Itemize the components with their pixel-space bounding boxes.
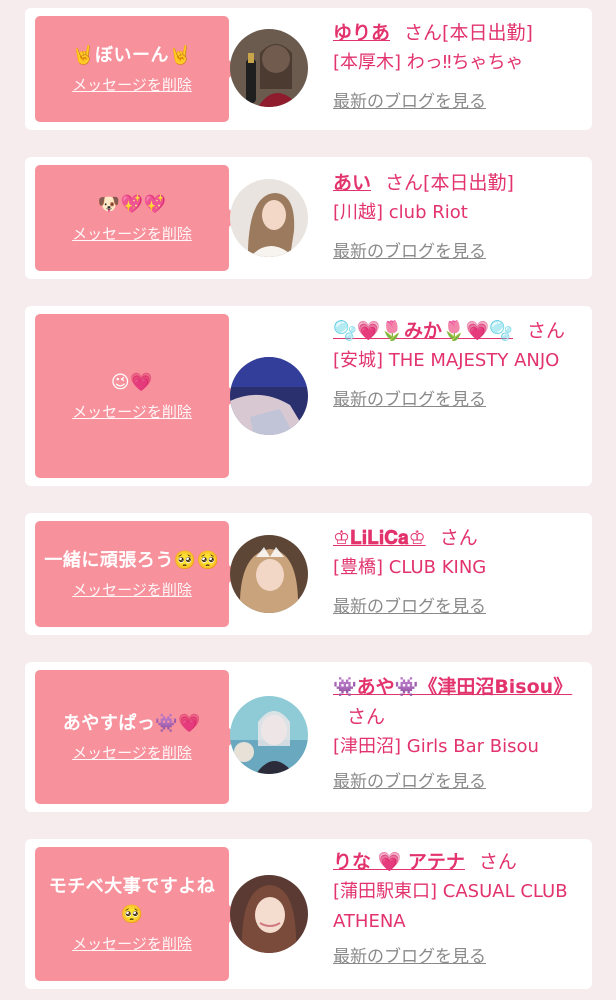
- message-list: 🤘ぼいーん🤘 メッセージを削除 ゆりあ さん[本日出勤] [本厚木] わっ‼ちゃち…: [0, 0, 616, 1000]
- message-card: 🐶💖💖 メッセージを削除 あい さん[本日出勤] [川越] club Riot 最…: [25, 157, 592, 279]
- shop-line: [本厚木] わっ‼ちゃちゃ: [333, 48, 578, 78]
- cast-info: あい さん[本日出勤] [川越] club Riot 最新のブログを見る: [333, 168, 578, 264]
- latest-blog-link[interactable]: 最新のブログを見る: [333, 770, 486, 794]
- shop-line: [川越] club Riot: [333, 198, 578, 228]
- shop-name: club Riot: [388, 202, 468, 223]
- message-text: 🐶💖💖: [97, 194, 167, 215]
- shop-area: [川越]: [333, 202, 384, 223]
- cast-info: 👾あや👾《津田沼Bisou》さん [津田沼] Girls Bar Bisou 最…: [333, 672, 578, 794]
- message-bubble: 🐶💖💖 メッセージを削除: [35, 165, 238, 271]
- message-bubble: モチベ大事ですよね🥺 メッセージを削除: [35, 847, 238, 981]
- cast-name-line: ゆりあ さん[本日出勤]: [333, 18, 578, 48]
- message-card: モチベ大事ですよね🥺 メッセージを削除 りな 💗 アテナ さん [蒲田駅東口] C…: [25, 839, 592, 989]
- shop-area: [津田沼]: [333, 736, 402, 757]
- avatar-photo-icon: [230, 535, 308, 613]
- cast-name-link[interactable]: あい: [333, 172, 371, 194]
- shop-name: CLUB KING: [388, 557, 487, 578]
- honorific: さん: [439, 527, 478, 549]
- message-text: モチベ大事ですよね🥺: [48, 876, 216, 925]
- message-bubble: あやすぱっ👾💗 メッセージを削除: [35, 670, 238, 804]
- cast-info: ゆりあ さん[本日出勤] [本厚木] わっ‼ちゃちゃ 最新のブログを見る: [333, 18, 578, 114]
- shop-name: わっ‼ちゃちゃ: [406, 52, 524, 73]
- message-text: あやすぱっ👾💗: [62, 713, 202, 734]
- shop-area: [豊橋]: [333, 557, 384, 578]
- shop-area: [安城]: [333, 350, 384, 371]
- message-bubble: 一緒に頑張ろう🥺🥺 メッセージを削除: [35, 521, 238, 627]
- shop-line: [豊橋] CLUB KING: [333, 553, 578, 583]
- shop-line: [津田沼] Girls Bar Bisou: [333, 732, 578, 762]
- attendance-status: [本日出勤]: [423, 172, 514, 194]
- cast-info: りな 💗 アテナ さん [蒲田駅東口] CASUAL CLUB ATHENA 最新…: [333, 847, 578, 969]
- avatar-photo-icon: [230, 179, 308, 257]
- avatar[interactable]: [230, 357, 308, 435]
- honorific: さん: [526, 320, 565, 342]
- delete-message-link[interactable]: メッセージを削除: [72, 74, 192, 96]
- shop-name: THE MAJESTY ANJO: [388, 350, 560, 371]
- delete-message-link[interactable]: メッセージを削除: [72, 401, 192, 423]
- message-bubble: 😉💗 メッセージを削除: [35, 314, 238, 478]
- delete-message-link[interactable]: メッセージを削除: [72, 223, 192, 245]
- cast-name-link[interactable]: 🫧💗🌷みか🌷💗🫧: [333, 320, 513, 342]
- honorific: さん: [385, 172, 424, 194]
- delete-message-link[interactable]: メッセージを削除: [72, 579, 192, 601]
- latest-blog-link[interactable]: 最新のブログを見る: [333, 90, 486, 114]
- avatar-photo-icon: [230, 357, 308, 435]
- cast-name-link[interactable]: ♔𝐋𝐢𝐋𝐢𝐂𝐚♔: [333, 527, 426, 549]
- cast-name-line: 🫧💗🌷みか🌷💗🫧 さん: [333, 316, 578, 346]
- avatar[interactable]: [230, 696, 308, 774]
- cast-name-line: 👾あや👾《津田沼Bisou》さん: [333, 672, 578, 732]
- message-text: 😉💗: [110, 372, 154, 393]
- cast-name-link[interactable]: 👾あや👾《津田沼Bisou》: [333, 676, 572, 698]
- shop-area: [本厚木]: [333, 52, 402, 73]
- shop-name: Girls Bar Bisou: [406, 736, 539, 757]
- honorific: さん: [404, 22, 443, 44]
- cast-info: ♔𝐋𝐢𝐋𝐢𝐂𝐚♔ さん [豊橋] CLUB KING 最新のブログを見る: [333, 523, 578, 619]
- avatar-photo-icon: [230, 696, 308, 774]
- avatar-photo-icon: [230, 875, 308, 953]
- message-text: 一緒に頑張ろう🥺🥺: [44, 550, 220, 571]
- shop-line: [蒲田駅東口] CASUAL CLUB ATHENA: [333, 877, 578, 937]
- shop-line: [安城] THE MAJESTY ANJO: [333, 346, 578, 376]
- latest-blog-link[interactable]: 最新のブログを見る: [333, 388, 486, 412]
- honorific: さん: [478, 851, 517, 873]
- message-card: 🤘ぼいーん🤘 メッセージを削除 ゆりあ さん[本日出勤] [本厚木] わっ‼ちゃち…: [25, 8, 592, 130]
- latest-blog-link[interactable]: 最新のブログを見る: [333, 240, 486, 264]
- avatar[interactable]: [230, 535, 308, 613]
- cast-name-line: ♔𝐋𝐢𝐋𝐢𝐂𝐚♔ さん: [333, 523, 578, 553]
- message-card: 一緒に頑張ろう🥺🥺 メッセージを削除 ♔𝐋𝐢𝐋𝐢𝐂𝐚♔ さん [豊橋] CLUB …: [25, 513, 592, 635]
- message-text: 🤘ぼいーん🤘: [72, 45, 192, 66]
- latest-blog-link[interactable]: 最新のブログを見る: [333, 945, 486, 969]
- message-card: 😉💗 メッセージを削除 🫧💗🌷みか🌷💗🫧 さん [安城] THE MAJESTY …: [25, 306, 592, 486]
- attendance-status: [本日出勤]: [442, 22, 533, 44]
- delete-message-link[interactable]: メッセージを削除: [72, 933, 192, 955]
- avatar[interactable]: [230, 179, 308, 257]
- shop-area: [蒲田駅東口]: [333, 881, 438, 902]
- avatar[interactable]: [230, 29, 308, 107]
- message-bubble: 🤘ぼいーん🤘 メッセージを削除: [35, 16, 238, 122]
- message-card: あやすぱっ👾💗 メッセージを削除 👾あや👾《津田沼Bisou》さん [津田沼] …: [25, 662, 592, 812]
- cast-name-line: あい さん[本日出勤]: [333, 168, 578, 198]
- cast-name-link[interactable]: ゆりあ: [333, 22, 390, 44]
- avatar-photo-icon: [230, 29, 308, 107]
- cast-name-line: りな 💗 アテナ さん: [333, 847, 578, 877]
- latest-blog-link[interactable]: 最新のブログを見る: [333, 595, 486, 619]
- delete-message-link[interactable]: メッセージを削除: [72, 742, 192, 764]
- cast-info: 🫧💗🌷みか🌷💗🫧 さん [安城] THE MAJESTY ANJO 最新のブログを…: [333, 316, 578, 412]
- cast-name-link[interactable]: りな 💗 アテナ: [333, 851, 465, 873]
- honorific: さん: [347, 706, 386, 728]
- avatar[interactable]: [230, 875, 308, 953]
